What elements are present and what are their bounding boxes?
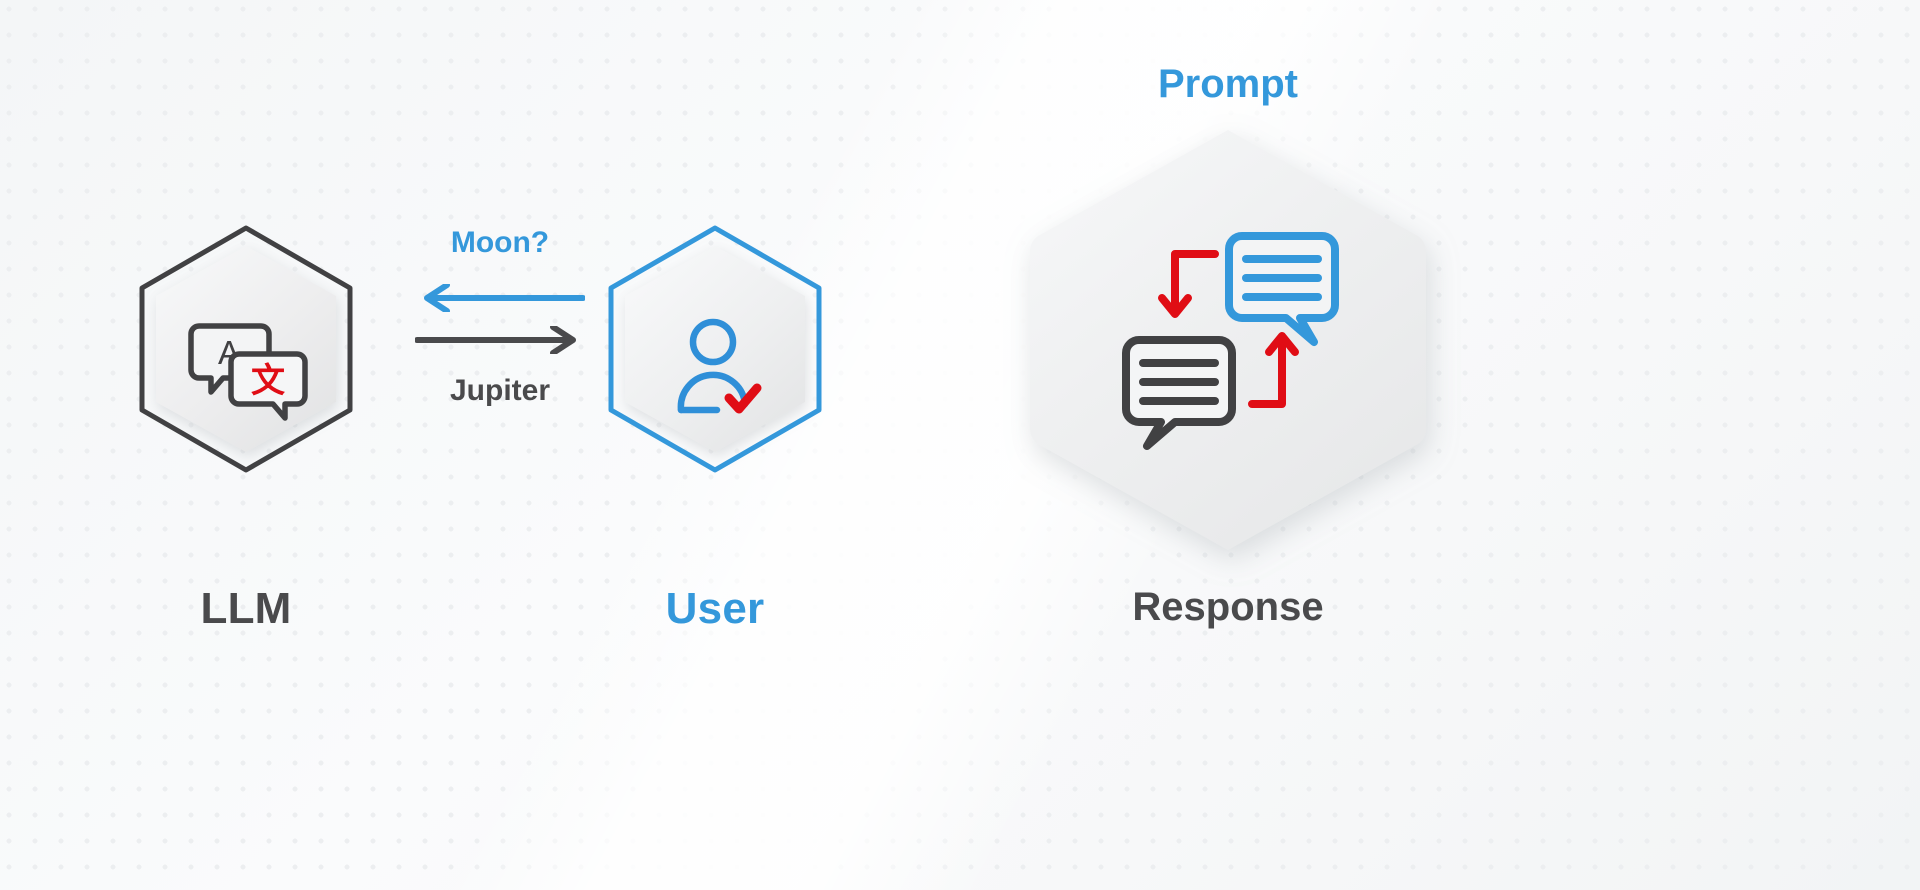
node-label-llm: LLM [200,584,292,633]
exchange-word-outgoing: Moon? [450,226,550,259]
arrow-right-icon [415,326,576,354]
exchange-word-incoming: Jupiter [449,374,551,407]
llm-hexagon-shape: A 文 [139,225,353,473]
user-hexagon-shape [608,225,822,473]
llm-hexagon: A 文 [138,224,354,474]
arrow-left-icon [424,284,585,312]
response-hexagon-shape [1030,130,1426,550]
translate-letter-cjk: 文 [251,362,285,400]
node-label-user: User [665,584,765,633]
node-response[interactable] [1022,120,1434,560]
node-llm[interactable]: A 文 LLM [138,224,354,633]
node-label-prompt: Prompt [1158,62,1298,106]
exchange-group: Moon? Jupiter [415,228,585,458]
user-hexagon [607,224,823,474]
node-label-response: Response [1132,585,1324,629]
node-user[interactable]: User [607,224,823,633]
user-hexagon-inner-plate [625,246,805,452]
diagram-canvas: A 文 LLM Moon? Jupiter User Prompt Respon… [0,0,1920,890]
